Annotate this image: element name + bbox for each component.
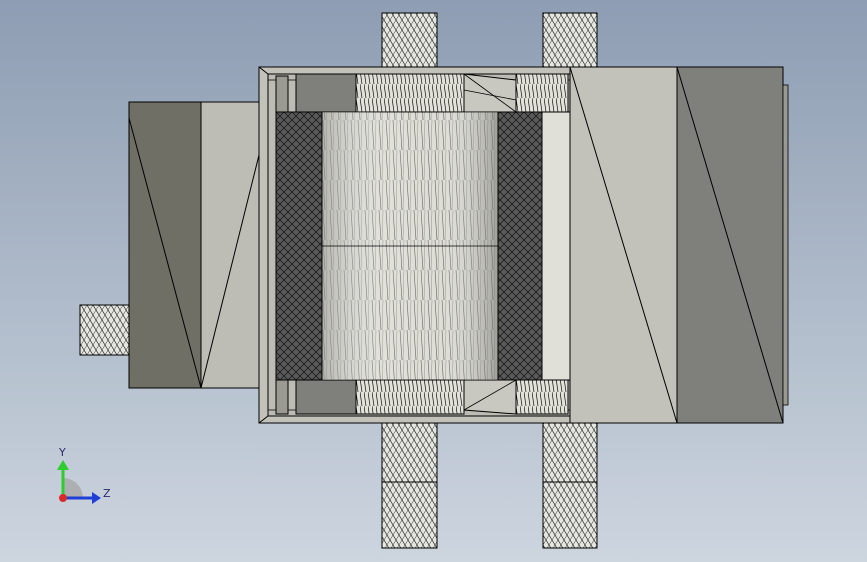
upper-right-shaft[interactable]: [542, 12, 598, 71]
y-axis-label: Y: [58, 446, 66, 459]
left-knurled-band[interactable]: [275, 111, 323, 381]
upper-left-shaft[interactable]: [381, 12, 438, 71]
model-drawing[interactable]: Y Z: [0, 0, 867, 562]
lower-gear-band[interactable]: [275, 379, 569, 415]
right-end-housing[interactable]: [676, 66, 789, 424]
upper-gear-band[interactable]: [275, 73, 569, 113]
lower-left-shaft[interactable]: [381, 419, 438, 549]
z-axis-label: Z: [103, 487, 111, 500]
cad-viewport[interactable]: Y Z: [0, 0, 867, 562]
coordinate-triad: Y Z: [57, 446, 111, 504]
motor-housing[interactable]: [128, 101, 260, 389]
lower-right-shaft[interactable]: [542, 419, 598, 549]
motor-shaft[interactable]: [79, 304, 131, 356]
right-knurled-band[interactable]: [497, 111, 571, 381]
x-axis-point: [59, 494, 67, 502]
